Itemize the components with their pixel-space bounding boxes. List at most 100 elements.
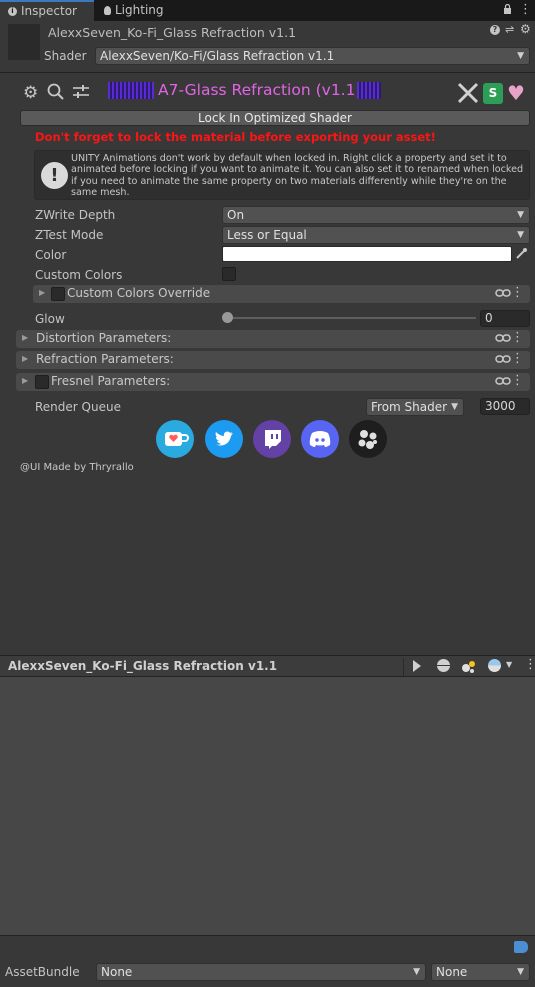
heart-icon[interactable]: ♥	[507, 82, 525, 104]
material-icon	[8, 24, 40, 60]
glow-value-field[interactable]: 0	[480, 310, 530, 327]
render-queue-mode-dropdown[interactable]: From Shader ▼	[366, 398, 464, 416]
render-queue-mode-value: From Shader	[371, 400, 448, 414]
shader-dropdown[interactable]: AlexxSeven/Ko-Fi/Glass Refraction v1.1 ▼	[95, 47, 530, 65]
glow-label: Glow	[35, 312, 65, 326]
render-queue-value-field[interactable]: 3000	[480, 398, 530, 415]
expand-triangle-icon[interactable]: ▶	[22, 333, 28, 342]
chevron-down-icon: ▼	[517, 51, 524, 61]
chevron-down-icon[interactable]: ▼	[506, 660, 512, 669]
preset-icon[interactable]: ⇌	[505, 23, 514, 36]
fresnel-parameters-section[interactable]: ▶ Fresnel Parameters: ⋮	[16, 373, 530, 391]
lock-icon[interactable]	[503, 3, 511, 14]
fresnel-checkbox[interactable]	[35, 375, 49, 389]
chevron-down-icon: ▼	[517, 210, 524, 220]
presets-icon[interactable]	[72, 84, 90, 103]
github-icon	[358, 430, 377, 449]
label-tag-icon[interactable]	[514, 941, 528, 953]
glow-slider-thumb[interactable]	[222, 312, 233, 323]
lights-icon[interactable]	[461, 659, 477, 677]
fresnel-parameters-label: Fresnel Parameters:	[51, 374, 171, 388]
chevron-down-icon: ▼	[413, 967, 420, 977]
link-icon[interactable]	[495, 375, 511, 390]
bulb-icon	[104, 6, 111, 15]
custom-colors-override-section[interactable]: ▶ Custom Colors Override ⋮	[33, 285, 530, 303]
kofi-button[interactable]	[156, 420, 194, 458]
tab-inspector-label: Inspector	[21, 4, 77, 18]
asset-bundle-variant-dropdown[interactable]: None ▼	[431, 963, 530, 981]
background-sphere-icon[interactable]	[488, 659, 501, 672]
booth-store-icon[interactable]: S	[483, 83, 503, 104]
shader-label: Shader	[44, 49, 87, 63]
render-queue-label: Render Queue	[35, 400, 121, 414]
animation-help-box: ! UNITY Animations don't work by default…	[34, 150, 530, 200]
chevron-down-icon: ▼	[517, 230, 524, 240]
ztest-value: Less or Equal	[227, 228, 307, 242]
lock-in-optimized-shader-button[interactable]: Lock In Optimized Shader	[20, 110, 530, 126]
distortion-parameters-label: Distortion Parameters:	[36, 331, 172, 345]
zwrite-value: On	[227, 208, 245, 222]
settings-gear-icon[interactable]: ⚙	[23, 83, 38, 103]
distortion-parameters-section[interactable]: ▶ Distortion Parameters: ⋮	[16, 330, 530, 348]
help-icon[interactable]: ?	[490, 25, 500, 35]
sphere-mesh-icon[interactable]	[437, 659, 450, 672]
link-icon[interactable]	[495, 353, 511, 368]
info-icon: i	[8, 7, 17, 16]
window-menu-icon[interactable]: ⋮	[519, 2, 532, 17]
zwrite-dropdown[interactable]: On ▼	[222, 206, 530, 224]
github-button[interactable]	[349, 420, 387, 458]
color-swatch[interactable]	[222, 246, 512, 262]
custom-colors-override-checkbox[interactable]	[51, 287, 65, 301]
lock-warning-text: Don't forget to lock the material before…	[35, 130, 436, 144]
section-menu-icon[interactable]: ⋮	[511, 351, 524, 366]
asset-bundle-variant-value: None	[436, 965, 468, 979]
asset-bundle-name-value: None	[101, 965, 133, 979]
twitter-icon	[215, 431, 233, 446]
twitch-button[interactable]	[253, 420, 291, 458]
refraction-parameters-label: Refraction Parameters:	[36, 352, 174, 366]
refraction-parameters-section[interactable]: ▶ Refraction Parameters: ⋮	[16, 351, 530, 369]
expand-triangle-icon[interactable]: ▶	[22, 376, 28, 385]
asset-bundle-label: AssetBundle	[5, 965, 80, 979]
section-menu-icon[interactable]: ⋮	[511, 285, 524, 300]
chevron-down-icon: ▼	[517, 967, 524, 977]
section-menu-icon[interactable]: ⋮	[511, 373, 524, 388]
expand-triangle-icon[interactable]: ▶	[22, 354, 28, 363]
zwrite-label: ZWrite Depth	[35, 208, 116, 222]
search-icon[interactable]	[47, 83, 65, 104]
banner-right-decoration	[357, 82, 381, 99]
exclamation-icon: !	[41, 162, 68, 189]
asset-bundle-name-dropdown[interactable]: None ▼	[96, 963, 426, 981]
expand-triangle-icon[interactable]: ▶	[39, 288, 45, 297]
link-icon[interactable]	[495, 287, 511, 302]
glow-slider-track[interactable]	[226, 317, 476, 319]
section-menu-icon[interactable]: ⋮	[511, 330, 524, 345]
animation-help-text: UNITY Animations don't work by default w…	[71, 153, 524, 198]
ui-credit-text: @UI Made by Thryrallo	[20, 462, 134, 473]
kofi-icon	[165, 432, 189, 446]
tab-lighting-label: Lighting	[115, 3, 164, 17]
custom-colors-checkbox[interactable]	[222, 267, 236, 281]
gear-icon[interactable]: ⚙	[520, 22, 531, 36]
material-title: AlexxSeven_Ko-Fi_Glass Refraction v1.1	[48, 25, 297, 40]
eyedropper-icon[interactable]	[515, 247, 528, 263]
tab-lighting[interactable]: Lighting	[98, 0, 188, 21]
twitter-button[interactable]	[205, 420, 243, 458]
header-divider	[0, 72, 535, 73]
banner-left-decoration	[108, 82, 154, 99]
discord-icon	[309, 431, 331, 447]
custom-colors-label: Custom Colors	[35, 268, 123, 282]
discord-button[interactable]	[301, 420, 339, 458]
material-preview-area[interactable]	[0, 677, 535, 935]
preview-header: AlexxSeven_Ko-Fi_Glass Refraction v1.1 ▼…	[0, 655, 535, 677]
chevron-down-icon: ▼	[451, 402, 458, 412]
preview-separator	[403, 658, 404, 676]
custom-colors-override-label: Custom Colors Override	[67, 286, 211, 300]
tools-icon[interactable]	[457, 82, 479, 107]
preview-menu-icon[interactable]: ⋮	[524, 657, 535, 672]
color-label: Color	[35, 248, 67, 262]
play-icon[interactable]	[412, 659, 422, 676]
tab-inspector[interactable]: i Inspector	[0, 0, 94, 21]
link-icon[interactable]	[495, 332, 511, 347]
ztest-dropdown[interactable]: Less or Equal ▼	[222, 226, 530, 244]
